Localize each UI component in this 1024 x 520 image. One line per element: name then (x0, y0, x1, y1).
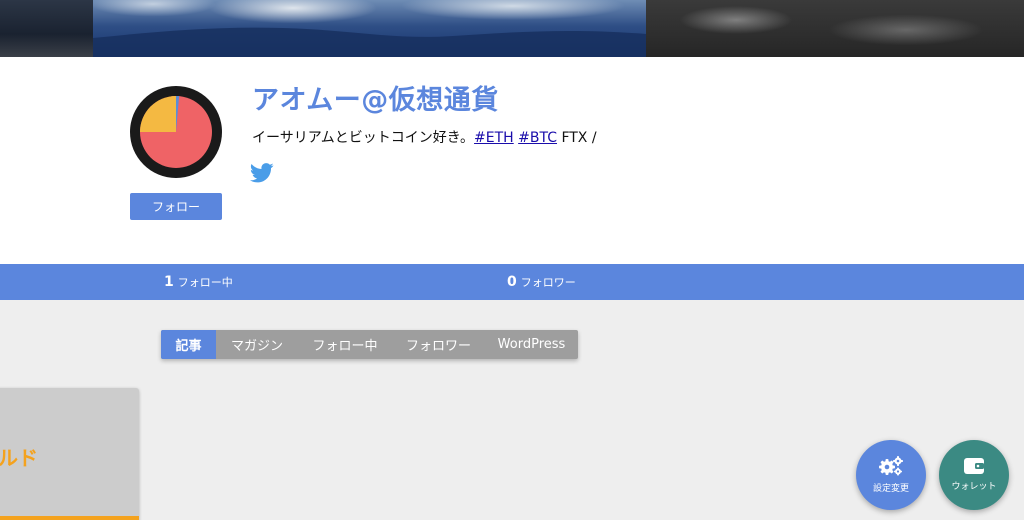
hashtag-eth-link[interactable]: #ETH (474, 130, 514, 146)
tab-wordpress[interactable]: WordPress (485, 330, 578, 359)
following-label: フォロー中 (177, 276, 233, 289)
stats-bar: 1 フォロー中 0 フォロワー (0, 264, 1024, 300)
tab-magazines[interactable]: マガジン (216, 330, 298, 359)
tab-followers[interactable]: フォロワー (392, 330, 485, 359)
wallet-button[interactable]: ウォレット (939, 440, 1009, 510)
gears-icon (879, 456, 903, 476)
cover-image-right (646, 0, 1024, 57)
hashtag-btc-link[interactable]: #BTC (518, 130, 557, 146)
content-tabs: 記事 マガジン フォロー中 フォロワー WordPress (161, 330, 578, 359)
followers-count: 0 (507, 274, 517, 290)
settings-button[interactable]: 設定変更 (856, 440, 926, 510)
profile-bio: イーサリアムとビットコイン好き。#ETH #BTC FTX / (252, 127, 597, 147)
following-stat[interactable]: 1 フォロー中 (164, 264, 233, 300)
tab-following[interactable]: フォロー中 (298, 330, 392, 359)
bio-suffix: FTX / (557, 130, 597, 146)
wallet-label: ウォレット (951, 482, 997, 492)
article-card-accent-bar (0, 516, 139, 520)
article-card[interactable]: ルド (0, 388, 139, 520)
mountain-ridge (93, 27, 646, 57)
avatar[interactable] (130, 86, 222, 178)
settings-label: 設定変更 (872, 484, 909, 494)
following-count: 1 (164, 274, 174, 290)
followers-label: フォロワー (520, 276, 576, 289)
profile-name: アオムー@仮想通貨 (252, 85, 499, 116)
follow-button[interactable]: フォロー (130, 193, 222, 220)
cover-image-left (0, 0, 93, 57)
twitter-icon[interactable] (250, 162, 274, 184)
article-card-title: ルド (0, 446, 38, 470)
tab-articles[interactable]: 記事 (161, 330, 216, 359)
profile-header: フォロー アオムー@仮想通貨 イーサリアムとビットコイン好き。#ETH #BTC… (0, 57, 1024, 264)
wallet-icon (964, 458, 984, 474)
bio-text: イーサリアムとビットコイン好き。 (252, 130, 475, 146)
cover-image (0, 0, 1024, 57)
followers-stat[interactable]: 0 フォロワー (507, 264, 576, 300)
